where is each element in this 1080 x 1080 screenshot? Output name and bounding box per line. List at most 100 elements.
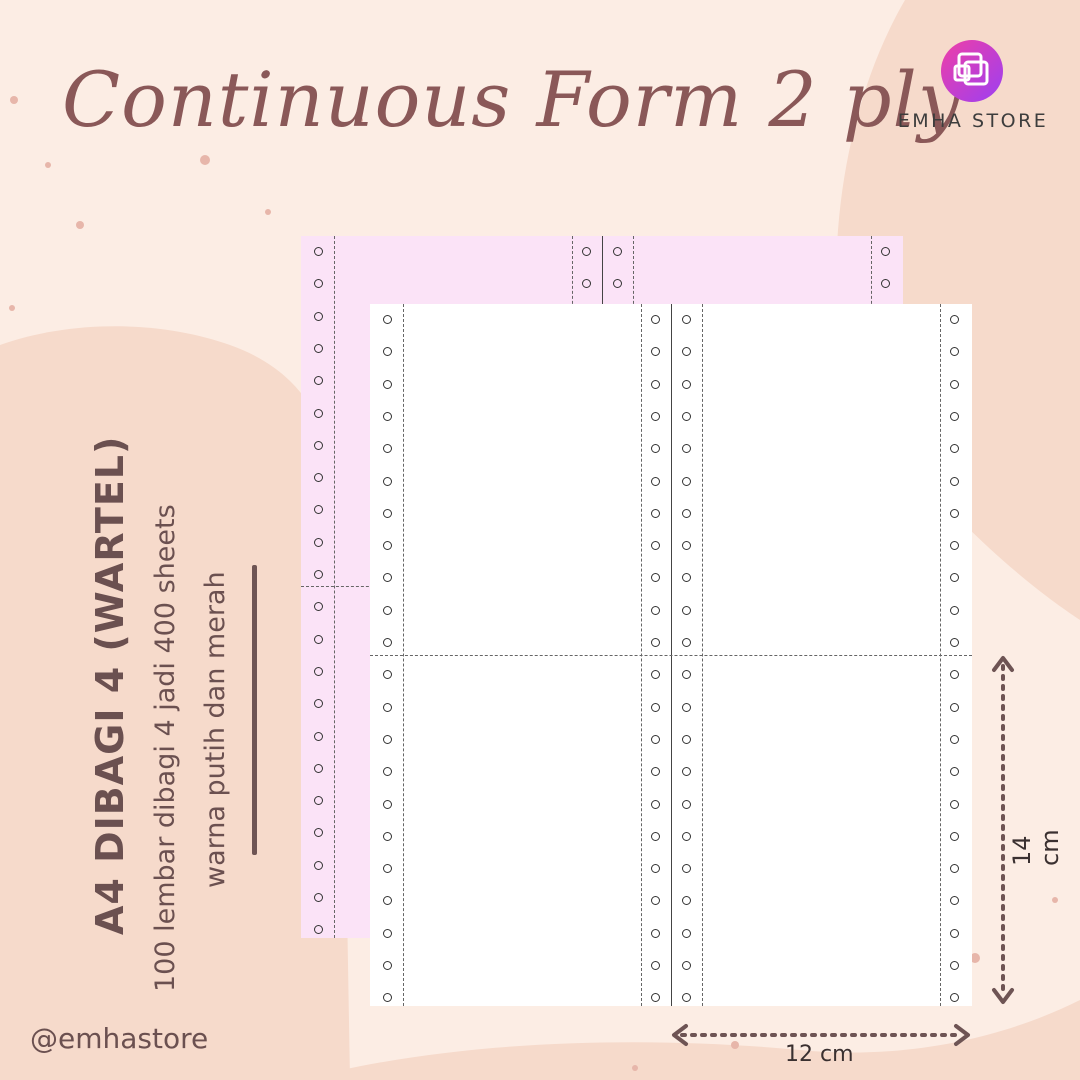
tractor-hole bbox=[313, 860, 323, 870]
tractor-hole bbox=[382, 993, 392, 1003]
page-title: Continuous Form 2 ply bbox=[62, 55, 962, 144]
tractor-hole bbox=[949, 799, 959, 809]
overlapping-squares-icon bbox=[953, 52, 989, 86]
tractor-hole bbox=[382, 670, 392, 680]
detail-line-2: warna putih dan merah bbox=[200, 571, 231, 888]
tractor-hole bbox=[382, 411, 392, 421]
tractor-hole bbox=[681, 476, 691, 486]
tractor-hole bbox=[681, 961, 691, 970]
tractor-hole bbox=[949, 315, 959, 324]
tractor-hole bbox=[681, 702, 691, 712]
tractor-hole bbox=[650, 573, 660, 583]
tractor-hole bbox=[949, 508, 959, 518]
tractor-hole bbox=[681, 379, 691, 389]
tractor-hole bbox=[382, 799, 392, 809]
tractor-hole bbox=[949, 379, 959, 389]
tractor-hole bbox=[880, 279, 890, 289]
tractor-hole bbox=[949, 605, 959, 615]
tractor-hole bbox=[681, 315, 691, 324]
tractor-hole bbox=[949, 573, 959, 583]
tractor-hole bbox=[650, 670, 660, 680]
tractor-hole bbox=[681, 541, 691, 551]
tractor-hole bbox=[681, 734, 691, 744]
tractor-hole bbox=[650, 831, 660, 841]
tractor-hole bbox=[581, 247, 591, 256]
tractor-hole bbox=[313, 311, 323, 321]
tractor-hole bbox=[681, 444, 691, 454]
tractor-hole bbox=[382, 508, 392, 518]
tractor-hole bbox=[382, 444, 392, 454]
tractor-hole bbox=[313, 473, 323, 483]
tractor-hole bbox=[313, 279, 323, 289]
tractor-hole bbox=[681, 767, 691, 777]
tractor-hole bbox=[681, 831, 691, 841]
tractor-hole bbox=[313, 828, 323, 838]
tractor-hole bbox=[650, 347, 660, 357]
tractor-hole bbox=[949, 476, 959, 486]
tractor-hole bbox=[382, 379, 392, 389]
tractor-hole bbox=[382, 928, 392, 938]
tractor-hole bbox=[681, 896, 691, 906]
tractor-hole bbox=[313, 440, 323, 450]
tractor-hole bbox=[382, 961, 392, 970]
width-label: 12 cm bbox=[785, 1042, 854, 1067]
tractor-hole bbox=[650, 476, 660, 486]
tractor-hole bbox=[681, 508, 691, 518]
tractor-hole bbox=[382, 638, 392, 647]
tractor-hole bbox=[949, 831, 959, 841]
tractor-hole bbox=[313, 376, 323, 386]
tractor-hole bbox=[880, 247, 890, 256]
tractor-hole bbox=[612, 247, 622, 256]
tractor-hole bbox=[949, 864, 959, 874]
tractor-hole bbox=[949, 702, 959, 712]
divider-line bbox=[252, 565, 257, 855]
tractor-hole bbox=[313, 408, 323, 418]
tractor-hole bbox=[949, 638, 959, 647]
tractor-hole bbox=[650, 767, 660, 777]
tractor-hole bbox=[681, 670, 691, 680]
tractor-hole bbox=[313, 570, 323, 579]
tractor-hole bbox=[681, 347, 691, 357]
tractor-hole bbox=[949, 347, 959, 357]
tractor-hole bbox=[650, 896, 660, 906]
perforation-line bbox=[370, 655, 972, 657]
product-poster: Continuous Form 2 ply EMHA STORE A4 DIBA… bbox=[0, 0, 1080, 1080]
tractor-hole bbox=[313, 699, 323, 709]
tractor-hole bbox=[949, 541, 959, 551]
tractor-hole bbox=[313, 505, 323, 515]
tractor-hole bbox=[313, 666, 323, 676]
social-handle: @emhastore bbox=[30, 1022, 209, 1055]
tractor-hole bbox=[313, 763, 323, 773]
tractor-hole bbox=[681, 799, 691, 809]
tractor-hole bbox=[949, 767, 959, 777]
tractor-hole bbox=[681, 605, 691, 615]
tractor-hole bbox=[681, 864, 691, 874]
tractor-hole bbox=[681, 573, 691, 583]
tractor-hole bbox=[949, 896, 959, 906]
tractor-hole bbox=[382, 315, 392, 324]
tractor-hole bbox=[382, 896, 392, 906]
brand-logo bbox=[941, 40, 1003, 102]
tractor-hole bbox=[313, 247, 323, 256]
tractor-hole bbox=[313, 796, 323, 806]
tractor-hole bbox=[382, 864, 392, 874]
tractor-hole bbox=[681, 928, 691, 938]
tractor-hole bbox=[650, 702, 660, 712]
tractor-hole bbox=[949, 670, 959, 680]
tractor-hole bbox=[382, 831, 392, 841]
tractor-hole bbox=[650, 379, 660, 389]
tractor-hole bbox=[650, 961, 660, 970]
tractor-hole bbox=[949, 734, 959, 744]
tractor-hole bbox=[382, 541, 392, 551]
tractor-hole bbox=[650, 993, 660, 1003]
tractor-hole bbox=[650, 864, 660, 874]
tractor-hole bbox=[313, 893, 323, 902]
brand-name: EMHA STORE bbox=[897, 110, 1049, 132]
tractor-hole bbox=[650, 315, 660, 324]
detail-line-1: 100 lembar dibagi 4 jadi 400 sheets bbox=[150, 504, 181, 992]
tractor-hole bbox=[650, 638, 660, 647]
tractor-hole bbox=[949, 444, 959, 454]
headline: A4 DIBAGI 4 (WARTEL) bbox=[88, 435, 132, 935]
tractor-hole bbox=[382, 605, 392, 615]
tractor-hole bbox=[650, 411, 660, 421]
